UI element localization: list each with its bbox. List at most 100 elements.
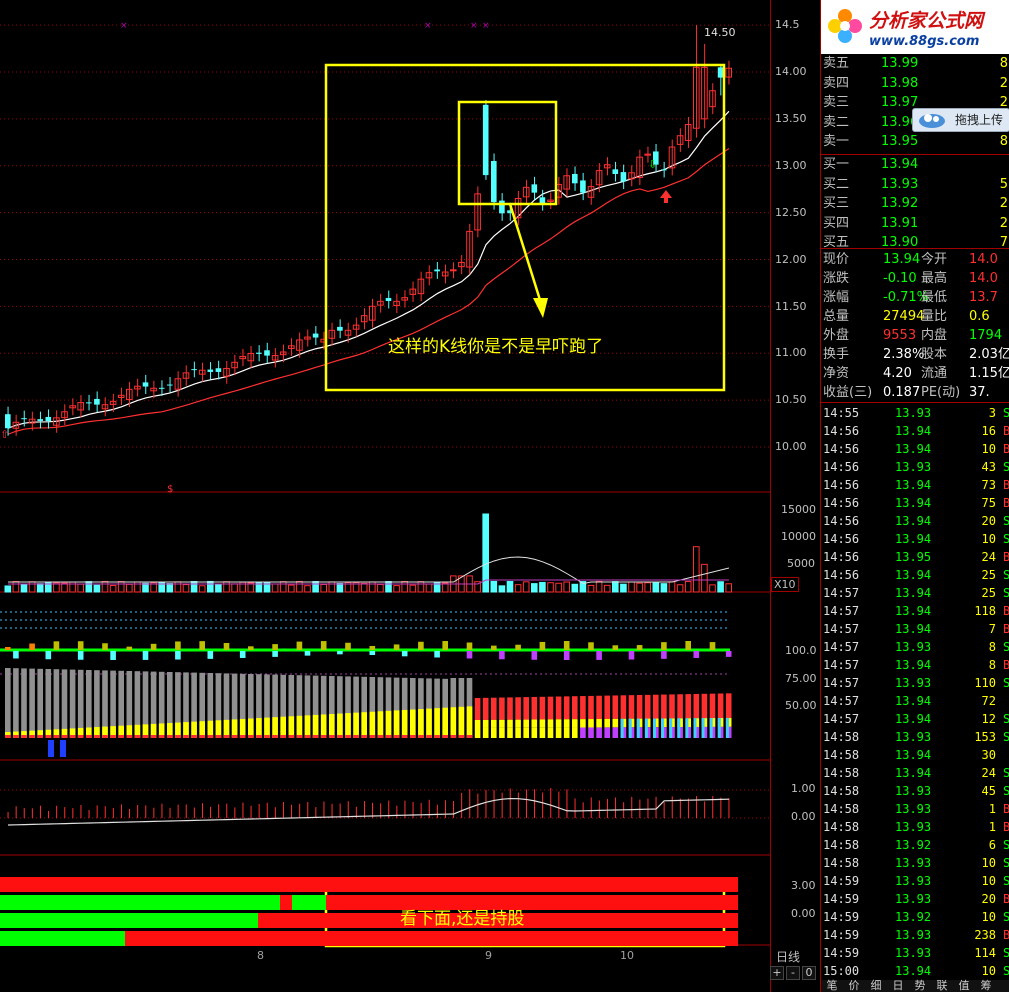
stacked-bar-yellow xyxy=(563,719,570,728)
volume-bar xyxy=(490,580,498,593)
stacked-bar-yellow xyxy=(280,716,286,738)
trade-time: 14:56 xyxy=(823,550,860,564)
trade-volume: 16 xyxy=(981,424,996,438)
stacked-bar-purple xyxy=(474,728,481,738)
volume-bar xyxy=(652,581,660,593)
stacked-bar-red xyxy=(499,697,505,720)
indicator-bar xyxy=(102,643,108,650)
trade-time: 14:59 xyxy=(823,928,860,942)
bottom-tab[interactable]: 势 xyxy=(909,980,931,992)
trade-volume: 10 xyxy=(981,874,996,888)
indicator-bar xyxy=(393,644,400,650)
order-price: 13.98 xyxy=(881,75,919,91)
bottom-tab[interactable]: 筹 xyxy=(975,980,997,992)
volume-bar xyxy=(547,582,554,593)
period-label[interactable]: 日线 xyxy=(776,948,800,965)
stacked-bar-yellow xyxy=(474,720,481,728)
trade-direction: S xyxy=(1003,730,1009,744)
volume-bar xyxy=(166,583,174,593)
bottom-tab[interactable]: 价 xyxy=(843,980,865,992)
order-label: 买四 xyxy=(823,215,850,231)
stacked-bar-yellow xyxy=(434,708,440,738)
stacked-bar-red xyxy=(596,695,602,719)
trade-time: 14:56 xyxy=(823,424,860,438)
indicator-bar xyxy=(661,651,667,659)
indicator-bar xyxy=(207,651,214,659)
stacked-bar-red xyxy=(644,694,651,719)
bottom-tab[interactable]: 值 xyxy=(953,980,975,992)
candle-body xyxy=(450,269,457,272)
upload-button[interactable]: 拖拽上传 xyxy=(912,108,1009,132)
trade-row: 15:00 13.94 10 S xyxy=(821,962,1009,980)
volume-bar xyxy=(320,584,327,593)
kline-chart[interactable]: × × × × ⇩ ⇧ $ xyxy=(0,0,770,992)
bars-axis-tick: 0.00 xyxy=(791,907,816,920)
quote-row: 涨跌 -0.10 最高 14.0 xyxy=(821,269,1009,288)
zoom-in-button[interactable]: + xyxy=(770,966,784,980)
trade-price: 13.94 xyxy=(895,964,932,978)
stacked-bar-cyan xyxy=(661,718,665,738)
stacked-bar-yellow xyxy=(555,719,562,728)
bottom-tab[interactable]: 日 xyxy=(887,980,909,992)
indicator-bar xyxy=(199,641,205,650)
stacked-bar-yellow xyxy=(264,717,270,738)
volume-bar xyxy=(684,580,692,593)
quote-label: PE(动) xyxy=(921,385,961,400)
order-label: 买三 xyxy=(823,196,850,211)
candle-body xyxy=(580,180,586,193)
trade-row: 14:57 13.94 12 S xyxy=(821,710,1009,728)
bid-row: 买二 13.93 5 xyxy=(821,175,1009,194)
site-logo[interactable]: 分析家公式网 www.88gs.com xyxy=(821,0,1009,54)
volume-bar xyxy=(409,584,417,593)
candle-body xyxy=(167,384,173,386)
volume-bar xyxy=(117,581,125,593)
stacked-bar-red xyxy=(280,735,286,738)
quote-value: 0.187 xyxy=(883,385,921,400)
trade-price: 13.93 xyxy=(895,946,932,960)
stacked-bar-yellow xyxy=(361,712,367,738)
trade-row: 14:56 13.94 75 B xyxy=(821,494,1009,512)
bottom-tab[interactable]: 细 xyxy=(865,980,887,992)
quote-label: 最低 xyxy=(921,290,948,305)
purple-marker: × xyxy=(424,21,432,31)
candle-body xyxy=(45,416,52,422)
stacked-bar-red xyxy=(385,735,392,738)
ask-row: 卖五 13.99 8 xyxy=(821,54,1009,73)
indicator-bar xyxy=(345,642,351,650)
stacked-bar-yellow xyxy=(377,711,384,738)
indicator-bar xyxy=(29,643,35,650)
trade-price: 13.93 xyxy=(895,640,932,654)
candle-body xyxy=(37,419,43,421)
trade-price: 13.95 xyxy=(895,550,932,564)
volume-bar xyxy=(207,580,214,593)
zoom-reset-button[interactable]: 0 xyxy=(802,966,816,980)
order-volume: 2 xyxy=(999,75,1008,91)
axis-tick: 11.50 xyxy=(775,300,807,313)
indicator-bar xyxy=(369,651,376,656)
zoom-out-button[interactable]: - xyxy=(786,966,800,980)
trade-price: 13.93 xyxy=(895,406,932,420)
stacked-bar-purple xyxy=(555,727,562,738)
indicator-bar xyxy=(296,641,303,650)
stacked-bar-cyan xyxy=(709,718,713,738)
indicator-bar xyxy=(466,642,473,650)
stacked-bar-red xyxy=(110,735,116,738)
indicator-bar xyxy=(248,646,254,650)
volume-bar xyxy=(539,581,546,593)
volume-bar xyxy=(85,581,93,593)
indicator-bar xyxy=(466,651,473,659)
candle-body xyxy=(612,169,619,175)
trade-price: 13.94 xyxy=(895,622,932,636)
stacked-bar-purple xyxy=(515,727,521,738)
ma-line-fast xyxy=(7,110,730,429)
stacked-bar-red xyxy=(353,735,359,738)
stacked-bar-red xyxy=(223,735,230,738)
stacked-bar-yellow xyxy=(426,708,432,738)
trade-direction: S xyxy=(1003,460,1009,474)
bottom-tab[interactable]: 笔 xyxy=(821,980,843,992)
stacked-bar-red xyxy=(288,735,295,738)
bottom-tab[interactable]: 联 xyxy=(931,980,953,992)
volume-bar xyxy=(231,583,238,593)
stacked-bar-yellow xyxy=(466,706,473,738)
stacked-bar-purple xyxy=(539,727,546,738)
